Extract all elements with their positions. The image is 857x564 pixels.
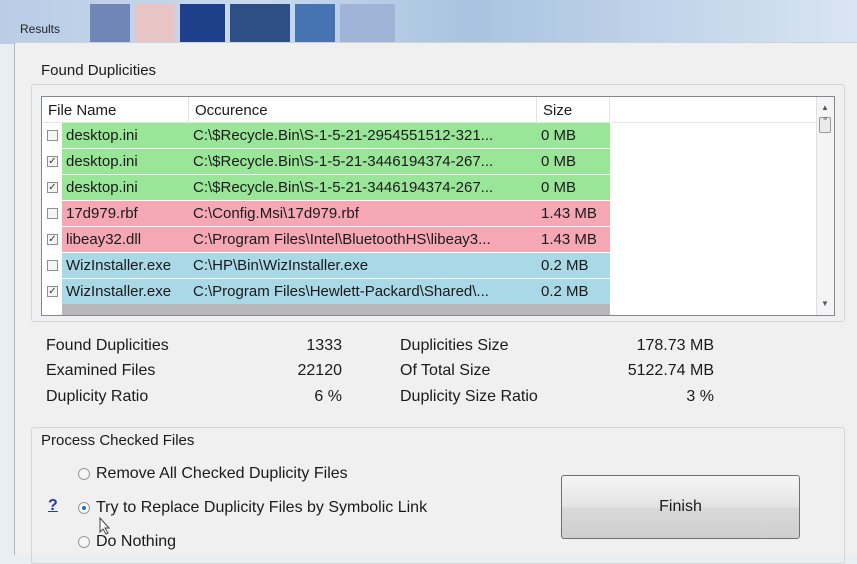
radio-do-nothing[interactable] <box>78 536 90 548</box>
cell-size: 0.2 MB <box>537 253 610 278</box>
table-row[interactable]: desktop.ini C:\$Recycle.Bin\S-1-5-21-2954… <box>42 123 817 149</box>
duplicity-ratio-value: 6 % <box>314 388 342 405</box>
mouse-cursor-icon <box>99 517 111 535</box>
list-scrollbar[interactable]: ▲ ≡ ▼ <box>816 97 834 315</box>
thumbnail-image <box>180 4 225 42</box>
thumbnail-image <box>135 4 175 42</box>
cell-size: 0 MB <box>537 149 610 174</box>
cell-file-name: libeay32.dll <box>62 227 189 252</box>
row-checkbox[interactable] <box>47 208 58 219</box>
list-header: File Name Occurence Size <box>42 97 817 123</box>
cell-occurence: C:\Config.Msi\17d979.rbf <box>189 201 537 226</box>
cell-occurence: C:\$Recycle.Bin\S-1-5-21-3446194374-267.… <box>189 175 537 200</box>
found-duplicities-value: 1333 <box>306 337 342 354</box>
thumbnail-image <box>340 4 395 42</box>
radio-label-remove-all[interactable]: Remove All Checked Duplicity Files <box>96 465 348 483</box>
column-header-occurence[interactable]: Occurence <box>189 97 537 122</box>
table-row[interactable] <box>42 304 817 315</box>
table-row[interactable]: ✓ WizInstaller.exe C:\Program Files\Hewlet… <box>42 279 817 305</box>
cell-size: 1.43 MB <box>537 201 610 226</box>
finish-button[interactable]: Finish <box>561 475 800 539</box>
cell-size: 0.2 MB <box>537 279 610 304</box>
cell-size: 0 MB <box>537 175 610 200</box>
cell-occurence: C:\Program Files\Intel\BluetoothHS\libea… <box>189 227 537 252</box>
window-title: Results <box>20 22 61 36</box>
row-checkbox[interactable]: ✓ <box>47 182 58 193</box>
examined-files-value: 22120 <box>297 362 343 379</box>
scroll-up-arrow-icon[interactable]: ▲ <box>821 103 829 112</box>
duplicates-list[interactable]: File Name Occurence Size desktop.ini C:\$… <box>41 96 835 316</box>
table-row[interactable]: ✓ desktop.ini C:\$Recycle.Bin\S-1-5-21-344… <box>42 175 817 201</box>
scroll-down-arrow-icon[interactable]: ▼ <box>821 299 829 308</box>
help-link[interactable]: ? <box>48 497 58 515</box>
row-checkbox[interactable]: ✓ <box>47 234 58 245</box>
cell-occurence: C:\$Recycle.Bin\S-1-5-21-2954551512-321.… <box>189 123 537 148</box>
examined-files-label: Examined Files <box>46 362 156 379</box>
thumbnail-image <box>295 4 335 42</box>
cell-occurence: C:\$Recycle.Bin\S-1-5-21-3446194374-267.… <box>189 149 537 174</box>
duplicities-size-value: 178.73 MB <box>636 337 714 354</box>
found-duplicities-title: Found Duplicities <box>41 62 157 79</box>
table-row[interactable]: ✓ libeay32.dll C:\Program Files\Intel\Blue… <box>42 227 817 253</box>
cell-file-name: WizInstaller.exe <box>62 279 189 304</box>
radio-remove-all[interactable] <box>78 468 90 480</box>
cell-occurence: C:\Program Files\Hewlett-Packard\Shared\… <box>189 279 537 304</box>
title-bar: Results <box>0 0 857 44</box>
row-checkbox[interactable]: ✓ <box>47 286 58 297</box>
cell-size: 0 MB <box>537 123 610 148</box>
cell-file-name: 17d979.rbf <box>62 201 189 226</box>
of-total-size-value: 5122.74 MB <box>627 362 714 379</box>
thumbnail-image <box>90 4 130 42</box>
duplicity-size-ratio-value: 3 % <box>686 388 714 405</box>
process-checked-files-title: Process Checked Files <box>41 432 195 449</box>
table-row[interactable]: WizInstaller.exe C:\HP\Bin\WizInstaller.e… <box>42 253 817 279</box>
cell-file-name: desktop.ini <box>62 123 189 148</box>
column-header-file-name[interactable]: File Name <box>42 97 189 122</box>
cell-occurence: C:\HP\Bin\WizInstaller.exe <box>189 253 537 278</box>
row-checkbox[interactable]: ✓ <box>47 156 58 167</box>
radio-label-do-nothing[interactable]: Do Nothing <box>96 533 176 551</box>
column-header-size[interactable]: Size <box>537 97 610 122</box>
cell-file-name: desktop.ini <box>62 149 189 174</box>
table-row[interactable]: 17d979.rbf C:\Config.Msi\17d979.rbf 1.43 M… <box>42 201 817 227</box>
cell-size: 1.43 MB <box>537 227 610 252</box>
cell-file-name: WizInstaller.exe <box>62 253 189 278</box>
radio-label-symbolic-link[interactable]: Try to Replace Duplicity Files by Symbol… <box>96 499 427 517</box>
scroll-thumb[interactable]: ≡ <box>819 116 831 133</box>
duplicities-size-label: Duplicities Size <box>400 337 509 354</box>
of-total-size-label: Of Total Size <box>400 362 491 379</box>
row-checkbox[interactable] <box>47 260 58 271</box>
table-row[interactable]: ✓ desktop.ini C:\$Recycle.Bin\S-1-5-21-344… <box>42 149 817 175</box>
found-duplicities-label: Found Duplicities <box>46 337 169 354</box>
thumbnail-image <box>230 4 290 42</box>
duplicity-size-ratio-label: Duplicity Size Ratio <box>400 388 538 405</box>
row-checkbox[interactable] <box>47 130 58 141</box>
radio-symbolic-link[interactable] <box>78 502 90 514</box>
duplicity-ratio-label: Duplicity Ratio <box>46 388 149 405</box>
cell-file-name: desktop.ini <box>62 175 189 200</box>
